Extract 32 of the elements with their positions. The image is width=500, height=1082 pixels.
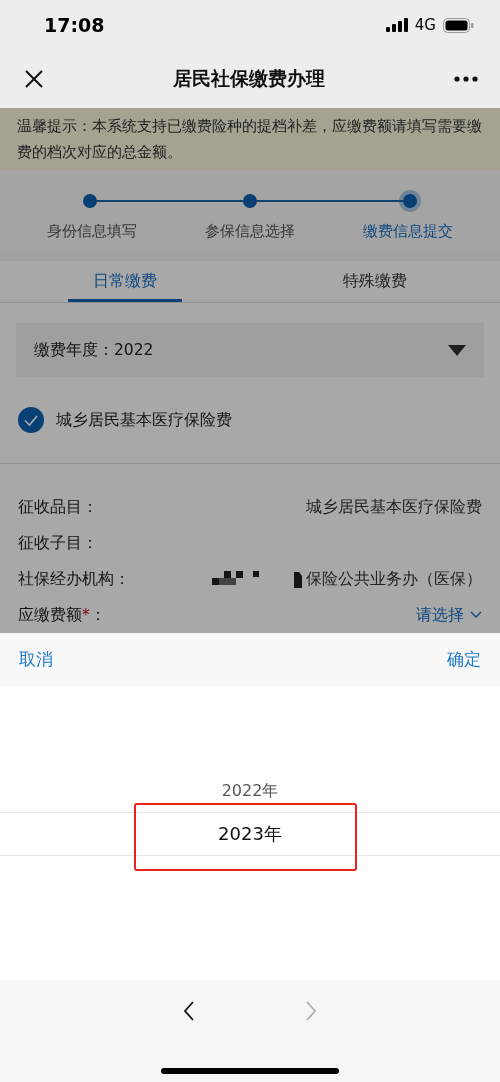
checkbox[interactable] [18, 407, 44, 433]
step-label: 身份信息填写 [46, 222, 138, 241]
field-label: 征收品目： [18, 496, 98, 518]
step-label: 参保信息选择 [204, 222, 296, 241]
signal-icon [385, 18, 408, 32]
field-label: 征收子目： [18, 532, 98, 554]
select-link[interactable]: 请选择 [416, 604, 482, 626]
tab[interactable]: 日常缴费 [0, 261, 250, 302]
year-value: 缴费年度：2022 [34, 339, 154, 361]
chevron-down-icon [470, 611, 482, 619]
tab[interactable]: 特殊缴费 [250, 261, 500, 302]
cancel-button[interactable]: 取消 [19, 648, 53, 671]
clock-time: 17:08 [44, 14, 105, 36]
more-icon[interactable] [454, 76, 478, 82]
step-label: 缴费信息提交 [362, 222, 454, 241]
network-label: 4G [414, 16, 436, 34]
field-label: 社保经办机构： [18, 568, 130, 590]
notice-banner: 温馨提示：本系统支持已缴费险种的提档补差，应缴费额请填写需要缴费的档次对应的总金额。 [0, 108, 500, 170]
confirm-button[interactable]: 确定 [447, 648, 481, 671]
page-title: 居民社保缴费办理 [173, 66, 325, 91]
picker-option[interactable]: 2023年 [218, 822, 282, 846]
picker-option[interactable]: 2022年 [221, 780, 279, 802]
field-value: 城乡居民基本医疗保险费 [306, 496, 482, 518]
chevron-left-icon[interactable] [183, 1001, 195, 1021]
year-dropdown[interactable]: 缴费年度：2022 [16, 323, 484, 377]
pixelated-mark [294, 570, 302, 588]
dropdown-icon [448, 344, 466, 356]
field-label: 应缴费额*： [18, 604, 106, 626]
close-icon[interactable] [24, 69, 44, 89]
battery-icon [443, 17, 474, 33]
field-value: 保险公共业务办（医保） [306, 568, 482, 590]
checkbox-label: 城乡居民基本医疗保险费 [56, 409, 232, 431]
